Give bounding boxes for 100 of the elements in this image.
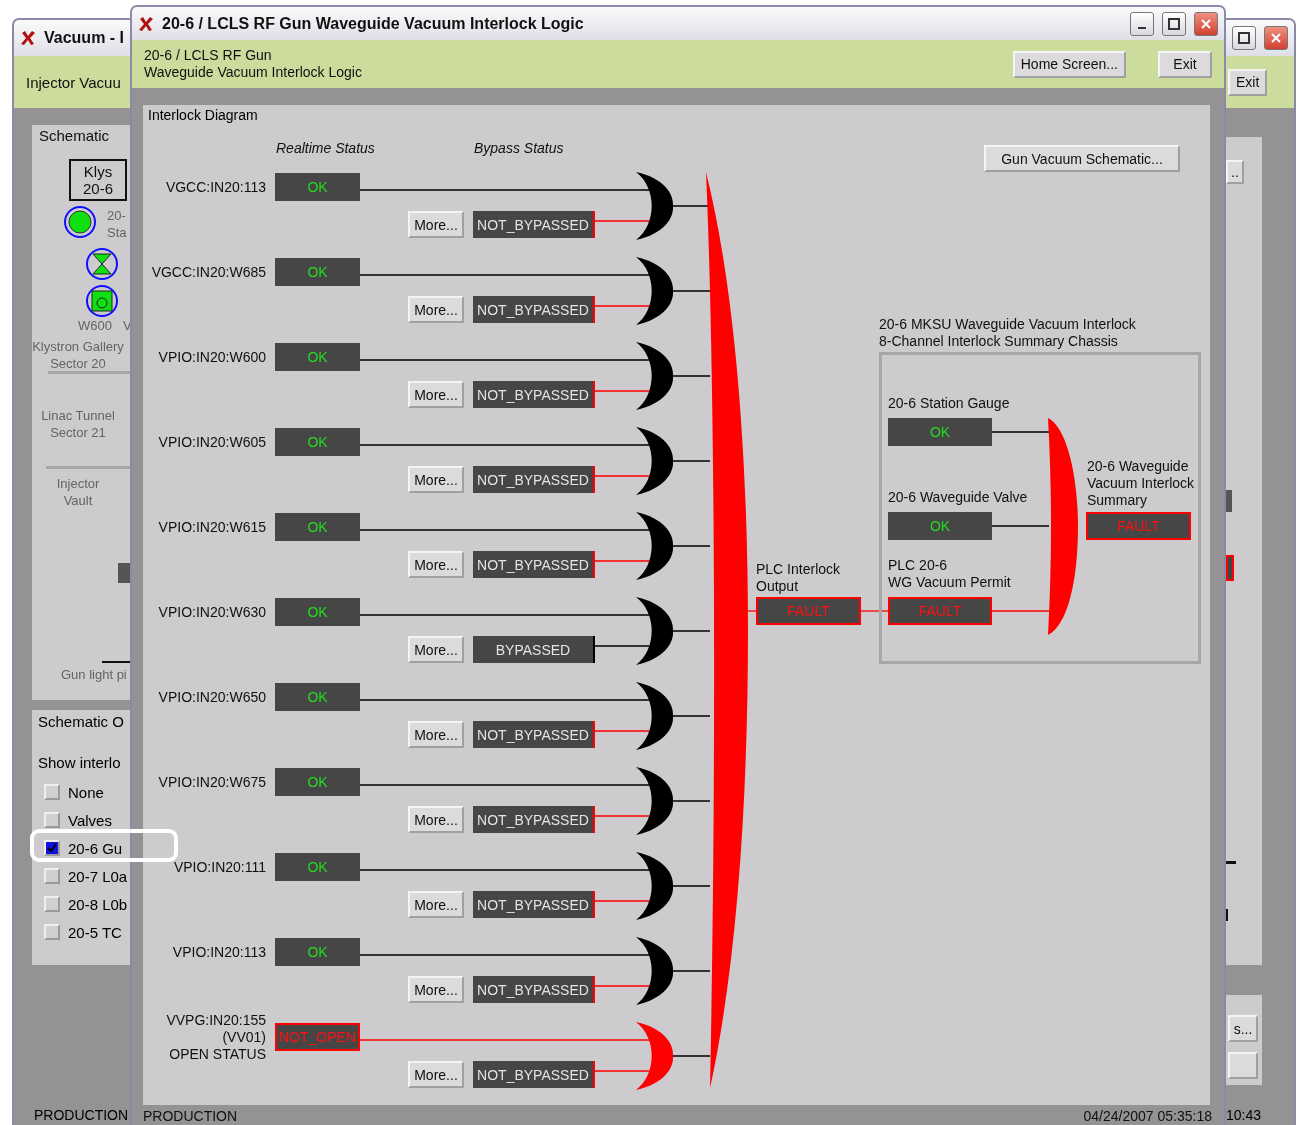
logic-gate (636, 342, 673, 410)
status-indicator: OK (275, 428, 360, 456)
checkbox[interactable] (44, 840, 60, 856)
signal-wire (594, 815, 650, 817)
more-button[interactable]: More... (408, 806, 464, 833)
x-mark-icon (20, 30, 36, 46)
signal-wire (672, 715, 711, 717)
home-screen-button[interactable]: Home Screen... (1012, 50, 1126, 78)
more-button[interactable]: More... (408, 721, 464, 748)
column-header: Bypass Status (474, 140, 564, 157)
status-indicator: OK (275, 853, 360, 881)
status-indicator: OK (275, 173, 360, 201)
checkbox[interactable] (44, 896, 60, 912)
schematic-button[interactable]: Gun Vacuum Schematic... (984, 145, 1180, 172)
checkbox[interactable] (44, 812, 60, 828)
signal-wire (672, 460, 711, 462)
option-label: None (68, 783, 104, 801)
summary-label: 20-6 Waveguide Vacuum Interlock Summary (1087, 458, 1195, 509)
channel-label: VGCC:IN20:113 (165, 178, 266, 196)
status-indicator: OK (275, 258, 360, 286)
maximize-button[interactable] (1232, 26, 1256, 50)
channel-label: VPIO:IN20:113 (172, 943, 266, 961)
status-indicator: FAULT (888, 597, 992, 625)
signal-wire (991, 525, 1050, 527)
logic-gate (636, 852, 673, 920)
more-button[interactable]: More... (408, 466, 464, 493)
status-indicator: OK (888, 512, 992, 540)
signal-wire (672, 375, 711, 377)
more-button[interactable]: s... (1228, 1015, 1258, 1042)
exit-button[interactable]: Exit (1228, 68, 1268, 96)
more-button[interactable]: More... (408, 551, 464, 578)
more-button[interactable]: More... (408, 211, 464, 238)
signal-wire (672, 290, 711, 292)
more-button[interactable]: .. (1226, 160, 1244, 184)
close-button[interactable] (1264, 26, 1288, 50)
logic-gate (636, 257, 673, 325)
logic-gate (636, 512, 673, 580)
status-block (118, 563, 130, 583)
checkbox[interactable] (44, 868, 60, 884)
status-text: PRODUCTION (34, 1107, 129, 1123)
signal-wire (594, 220, 650, 222)
status-indicator: NOT_OPEN (275, 1023, 360, 1051)
channel-label: VPIO:IN20:W630 (158, 603, 266, 621)
bypass-indicator: BYPASSED (473, 636, 595, 663)
klystron-box: Klys 20-6 (69, 159, 127, 201)
close-button[interactable] (1194, 11, 1218, 36)
more-button[interactable]: More... (408, 891, 464, 918)
channel-label: VPIO:IN20:W600 (158, 348, 266, 366)
channel-label: VGCC:IN20:W685 (151, 263, 266, 281)
channel-label: VPIO:IN20:W675 (158, 773, 266, 791)
logic-gate (636, 427, 673, 495)
channel-label: VPIO:IN20:W650 (158, 688, 266, 706)
pump-icon (85, 284, 119, 318)
more-button[interactable]: More... (408, 636, 464, 663)
status-block (1226, 490, 1232, 512)
input-label: 20-6 Station Gauge (888, 395, 1010, 412)
blank-button[interactable] (1228, 1052, 1258, 1079)
status-indicator: OK (275, 938, 360, 966)
exit-button[interactable]: Exit (1158, 50, 1212, 78)
maximize-icon (1238, 32, 1250, 44)
signal-wire (594, 390, 650, 392)
valve-icon (85, 247, 119, 281)
bypass-indicator: NOT_BYPASSED (473, 381, 595, 408)
checkbox[interactable] (44, 924, 60, 940)
status-indicator: OK (275, 513, 360, 541)
area-label: Linac Tunnel Sector 21 (40, 407, 116, 441)
more-button[interactable]: More... (408, 1061, 464, 1088)
x-mark-icon (138, 15, 154, 32)
logic-gate (636, 937, 673, 1005)
more-button[interactable]: More... (408, 296, 464, 323)
signal-wire (672, 630, 711, 632)
signal-wire (747, 610, 757, 612)
bypass-indicator: NOT_BYPASSED (473, 976, 595, 1003)
window-title: Vacuum - I (44, 29, 125, 47)
area-label: Klystron Gallery Sector 20 (32, 338, 124, 372)
status-indicator: OK (275, 683, 360, 711)
header-title: 20-6 / LCLS RF Gun Waveguide Vacuum Interlock Logic (144, 47, 362, 81)
signal-wire (594, 985, 650, 987)
channel-label: VPIO:IN20:W605 (158, 433, 266, 451)
signal-wire (594, 1070, 650, 1072)
pipe-label: Gun light pi (61, 666, 127, 683)
option-label: 20-8 L0b (68, 895, 128, 913)
line-mark (1226, 861, 1236, 864)
channel-label: VVPG:IN20:155 (VV01) OPEN STATUS (166, 1011, 266, 1063)
minimize-button[interactable] (1130, 11, 1154, 36)
options-prompt: Show interlo (38, 754, 122, 771)
channel-label: VPIO:IN20:111 (173, 858, 266, 876)
signal-wire (991, 610, 1050, 612)
input-label: 20-6 Waveguide Valve (888, 489, 1028, 506)
maximize-button[interactable] (1162, 11, 1186, 36)
signal-wire (594, 900, 650, 902)
checkbox[interactable] (44, 784, 60, 800)
panel-title: Schematic (39, 127, 110, 144)
more-button[interactable]: More... (408, 976, 464, 1003)
input-label: PLC 20-6 WG Vacuum Permit (888, 557, 1011, 591)
bypass-indicator: NOT_BYPASSED (473, 721, 595, 748)
option-label: 20-7 L0a (68, 867, 128, 885)
column-header: Realtime Status (276, 140, 375, 157)
bypass-indicator: NOT_BYPASSED (473, 296, 595, 323)
more-button[interactable]: More... (408, 381, 464, 408)
